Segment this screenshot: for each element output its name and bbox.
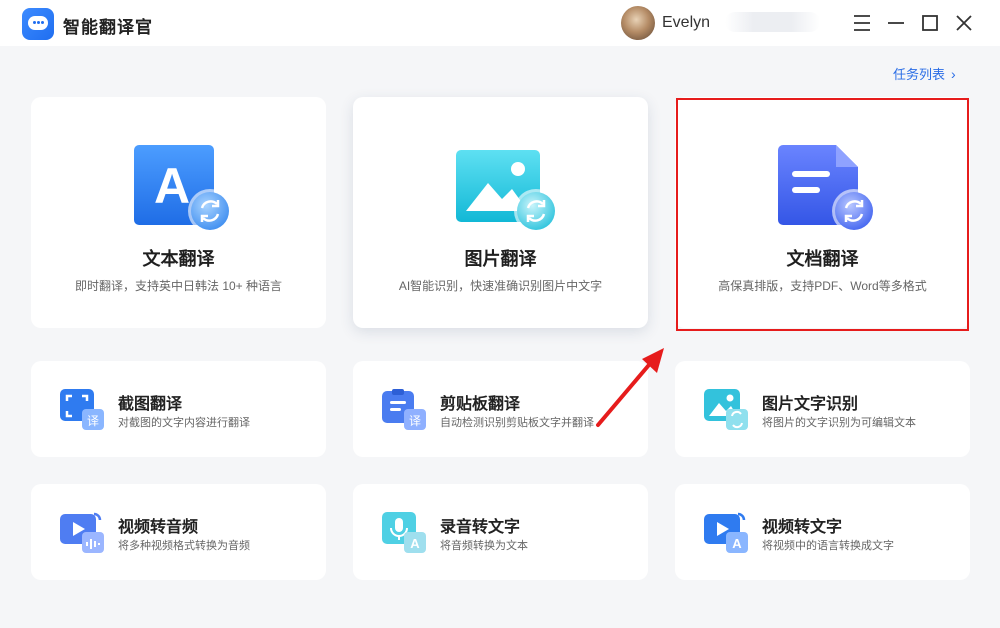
document-translate-card[interactable]: 文档翻译 高保真排版，支持PDF、Word等多格式 bbox=[675, 97, 970, 328]
card-title: 视频转音频 bbox=[118, 519, 199, 536]
clipboard-translate-icon: 译 bbox=[382, 389, 426, 430]
card-title: 文本翻译 bbox=[142, 249, 215, 269]
user-avatar[interactable] bbox=[621, 6, 655, 40]
text-translate-icon: A bbox=[134, 145, 232, 233]
card-title: 截图翻译 bbox=[118, 396, 183, 413]
text-translate-card[interactable]: A 文本翻译 即时翻译，支持英中日韩法 10+ 种语言 bbox=[31, 97, 326, 328]
text-icon-letter: A bbox=[154, 158, 190, 214]
user-name[interactable]: Evelyn bbox=[662, 14, 710, 32]
maximize-icon[interactable] bbox=[918, 11, 942, 35]
card-description: 对截图的文字内容进行翻译 bbox=[118, 417, 250, 429]
task-list-label: 任务列表 bbox=[893, 67, 946, 82]
document-translate-icon bbox=[778, 145, 876, 233]
card-description: 将音频转换为文本 bbox=[440, 540, 528, 552]
clipboard-translate-card[interactable]: 译 剪贴板翻译 自动检测识别剪贴板文字并翻译 bbox=[353, 361, 648, 457]
menu-icon[interactable] bbox=[850, 11, 874, 35]
app-title: 智能翻译官 bbox=[63, 18, 153, 37]
card-title: 图片翻译 bbox=[464, 249, 537, 269]
audio-to-text-icon: A bbox=[382, 512, 426, 553]
card-description: 即时翻译，支持英中日韩法 10+ 种语言 bbox=[74, 279, 283, 293]
video-to-text-icon: A bbox=[704, 512, 748, 553]
badge-text: 译 bbox=[409, 414, 421, 428]
video-to-audio-icon bbox=[60, 512, 104, 553]
card-title: 文档翻译 bbox=[786, 249, 859, 269]
image-translate-card[interactable]: 图片翻译 AI智能识别，快速准确识别图片中文字 bbox=[353, 97, 648, 328]
task-list-link[interactable]: 任务列表 › bbox=[893, 64, 956, 83]
badge-text: A bbox=[410, 536, 420, 551]
audio-to-text-card[interactable]: A 录音转文字 将音频转换为文本 bbox=[353, 484, 648, 580]
screenshot-translate-icon: 译 bbox=[60, 389, 104, 430]
badge-text: A bbox=[732, 536, 742, 551]
card-title: 视频转文字 bbox=[762, 519, 843, 536]
title-bar: 智能翻译官 Evelyn bbox=[0, 0, 1000, 46]
image-ocr-card[interactable]: 图片文字识别 将图片的文字识别为可编辑文本 bbox=[675, 361, 970, 457]
card-description: 将视频中的语言转换成文字 bbox=[762, 540, 894, 552]
card-title: 录音转文字 bbox=[440, 519, 521, 536]
badge-text: 译 bbox=[87, 414, 99, 428]
user-info-blur bbox=[725, 12, 820, 32]
card-description: 将多种视频格式转换为音频 bbox=[118, 540, 250, 552]
card-description: AI智能识别，快速准确识别图片中文字 bbox=[398, 279, 603, 293]
card-description: 将图片的文字识别为可编辑文本 bbox=[762, 417, 916, 429]
image-ocr-icon bbox=[704, 389, 748, 430]
card-title: 剪贴板翻译 bbox=[440, 396, 521, 413]
card-title: 图片文字识别 bbox=[762, 396, 859, 413]
video-to-audio-card[interactable]: 视频转音频 将多种视频格式转换为音频 bbox=[31, 484, 326, 580]
chevron-right-icon: › bbox=[951, 66, 956, 82]
app-logo-icon bbox=[22, 8, 54, 40]
image-translate-icon bbox=[456, 150, 558, 233]
video-to-text-card[interactable]: A 视频转文字 将视频中的语言转换成文字 bbox=[675, 484, 970, 580]
minimize-icon[interactable] bbox=[884, 11, 908, 35]
card-description: 高保真排版，支持PDF、Word等多格式 bbox=[718, 279, 927, 293]
close-icon[interactable] bbox=[952, 11, 976, 35]
card-description: 自动检测识别剪贴板文字并翻译 bbox=[440, 417, 594, 429]
screenshot-translate-card[interactable]: 译 截图翻译 对截图的文字内容进行翻译 bbox=[31, 361, 326, 457]
